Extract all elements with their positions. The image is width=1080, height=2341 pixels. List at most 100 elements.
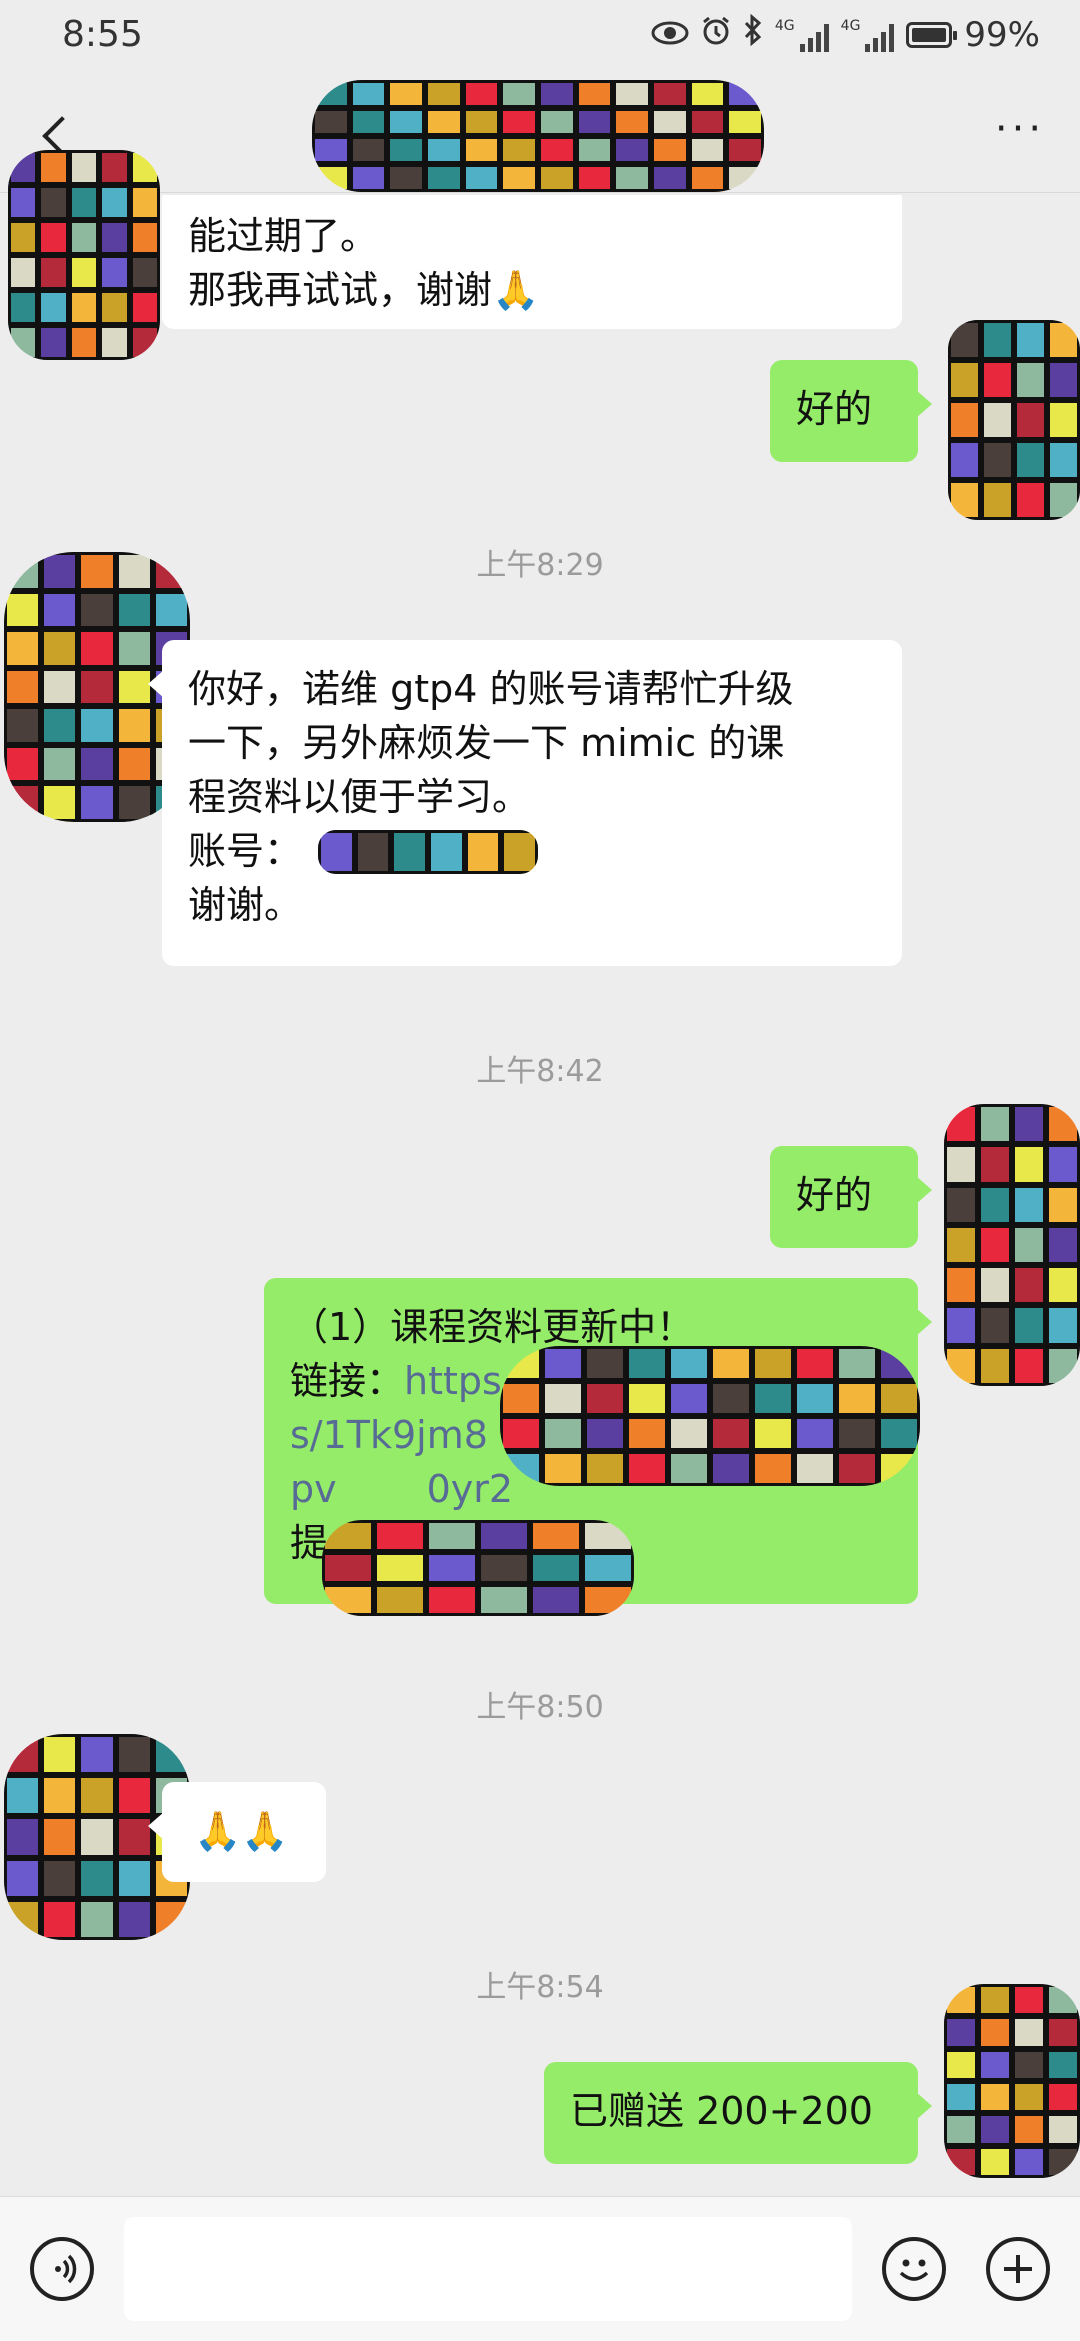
mosaic-tile (312, 136, 350, 164)
voice-button[interactable] (30, 2237, 94, 2301)
mosaic-tile (538, 136, 576, 164)
mosaic-tile (944, 1345, 978, 1386)
message-bubble-incoming[interactable]: 能过期了。 那我再试试，谢谢🙏 (162, 195, 902, 329)
mosaic-tile (68, 150, 100, 185)
mosaic-tile (1014, 320, 1047, 360)
mosaic-tile (710, 1416, 752, 1451)
mosaic-tile (99, 290, 130, 325)
mosaic-tile (584, 1381, 626, 1416)
plus-icon (1004, 2255, 1032, 2283)
link-url[interactable]: https (404, 1359, 502, 1403)
mosaic-tile (4, 1734, 42, 1776)
link-redacted (500, 1346, 920, 1486)
mosaic-tile (542, 1381, 584, 1416)
mosaic-tile (1046, 2048, 1080, 2081)
mosaic-tile (318, 830, 355, 874)
mosaic-tile (4, 706, 42, 745)
mosaic-tile (626, 1451, 668, 1486)
message-text: 一下，另外麻烦发一下 mimic 的课 (188, 721, 785, 765)
mosaic-tile (426, 1584, 478, 1616)
link-fragment: pv (290, 1467, 337, 1511)
more-options-button[interactable]: ··· (990, 109, 1050, 154)
mosaic-tile (374, 1584, 426, 1616)
mosaic-tile (478, 1552, 530, 1584)
mosaic-tile (8, 290, 39, 325)
mosaic-tile (1046, 2145, 1080, 2178)
mosaic-tile (944, 2080, 978, 2114)
mosaic-tile (38, 150, 69, 185)
mosaic-tile (41, 1898, 79, 1940)
mosaic-tile (78, 1816, 116, 1858)
mosaic-tile (978, 2016, 1012, 2049)
mosaic-tile (584, 1416, 626, 1451)
mosaic-tile (794, 1346, 836, 1381)
mosaic-tile (322, 1584, 374, 1616)
account-label: 账号： (188, 829, 303, 873)
mosaic-tile (68, 220, 100, 255)
mosaic-tile (425, 108, 463, 136)
mosaic-tile (1012, 2048, 1046, 2081)
mosaic-tile (41, 1857, 79, 1899)
mosaic-tile (944, 2113, 978, 2146)
mosaic-tile (575, 108, 614, 136)
input-bar (0, 2196, 1080, 2341)
mosaic-tile (8, 255, 39, 290)
bluetooth-icon (743, 13, 763, 55)
message-text: 能过期了。 (188, 214, 379, 258)
mosaic-tile (478, 1584, 530, 1616)
mosaic-tile (99, 150, 130, 185)
mosaic-tile (38, 220, 69, 255)
mosaic-tile (349, 136, 388, 164)
mosaic-tile (710, 1451, 752, 1486)
mosaic-tile (978, 2113, 1012, 2146)
mosaic-tile (78, 552, 116, 591)
mosaic-tile (4, 1898, 42, 1940)
mosaic-tile (1012, 1104, 1046, 1145)
mosaic-tile (8, 325, 39, 360)
message-input[interactable] (124, 2217, 852, 2321)
plus-button[interactable] (986, 2237, 1050, 2301)
mosaic-tile (538, 108, 576, 136)
status-icons: 4G 4G 99% (651, 13, 1040, 55)
mosaic-tile (78, 629, 116, 668)
mosaic-tile (500, 108, 538, 136)
mosaic-tile (651, 80, 689, 108)
mosaic-tile (978, 1184, 1012, 1225)
mosaic-tile (4, 629, 42, 668)
message-bubble-outgoing[interactable]: 好的 (770, 1146, 932, 1248)
mosaic-tile (4, 783, 42, 822)
emoji-button[interactable] (882, 2237, 946, 2301)
mosaic-tile (78, 1775, 116, 1817)
mosaic-tile (115, 1857, 153, 1899)
mosaic-tile (978, 2048, 1012, 2081)
mosaic-tile (948, 400, 981, 440)
mosaic-tile (1012, 1984, 1046, 2017)
mosaic-tile (354, 830, 392, 874)
mosaic-tile (41, 706, 79, 745)
mosaic-tile (129, 290, 160, 325)
mosaic-tile (99, 220, 130, 255)
mosaic-tile (4, 590, 42, 630)
mosaic-tile (688, 136, 727, 164)
mosaic-tile (1046, 1104, 1080, 1145)
mosaic-tile (387, 80, 425, 108)
message-bubble-outgoing[interactable]: 好的 (770, 360, 932, 462)
mosaic-tile (836, 1416, 878, 1451)
mosaic-tile (425, 164, 463, 192)
mosaic-tile (944, 1184, 978, 1225)
mosaic-tile (38, 185, 69, 220)
mosaic-tile (4, 1857, 42, 1899)
message-bubble-incoming[interactable]: 你好，诺维 gtp4 的账号请帮忙升级 一下，另外麻烦发一下 mimic 的课 … (148, 640, 902, 966)
code-redacted (322, 1520, 634, 1616)
mosaic-tile (582, 1552, 634, 1584)
mosaic-tile (1012, 1345, 1046, 1386)
mosaic-tile (426, 1552, 478, 1584)
mosaic-tile (41, 552, 79, 591)
message-bubble-incoming[interactable]: 🙏🙏 (148, 1782, 326, 1882)
mosaic-tile (584, 1451, 626, 1486)
message-text: 你好，诺维 gtp4 的账号请帮忙升级 (188, 667, 794, 711)
eye-icon (651, 15, 689, 55)
mosaic-tile (878, 1381, 920, 1416)
message-bubble-outgoing[interactable]: 已赠送 200+200 (544, 2062, 932, 2164)
mosaic-tile (78, 1898, 116, 1940)
